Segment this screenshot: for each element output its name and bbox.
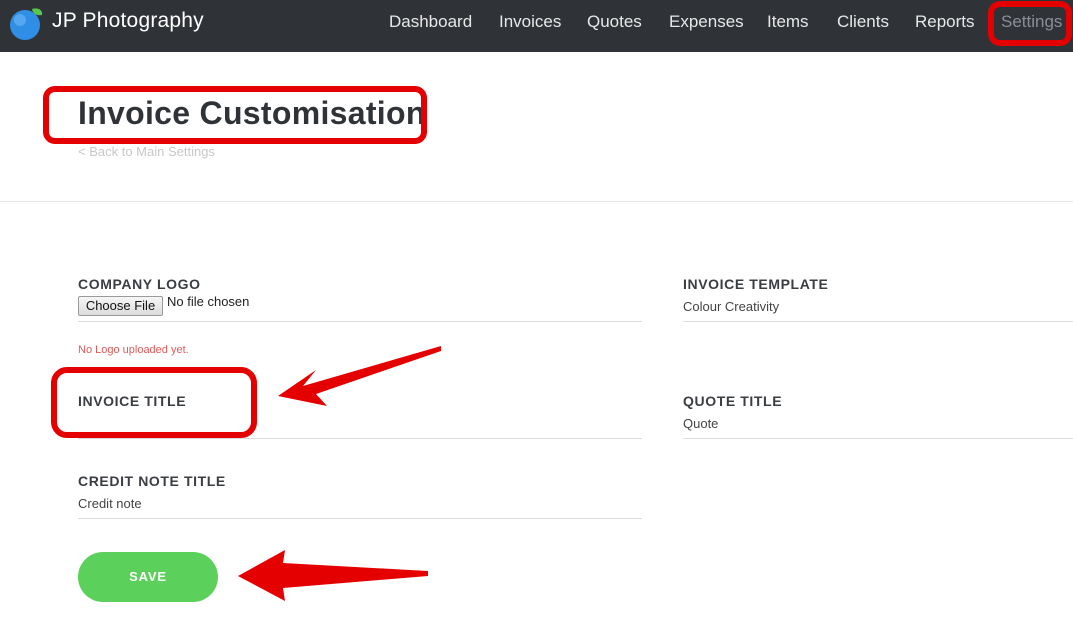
arrow-to-save-button [238, 550, 428, 601]
annotation-arrows [238, 346, 441, 601]
arrow-to-invoice-title [278, 346, 441, 406]
